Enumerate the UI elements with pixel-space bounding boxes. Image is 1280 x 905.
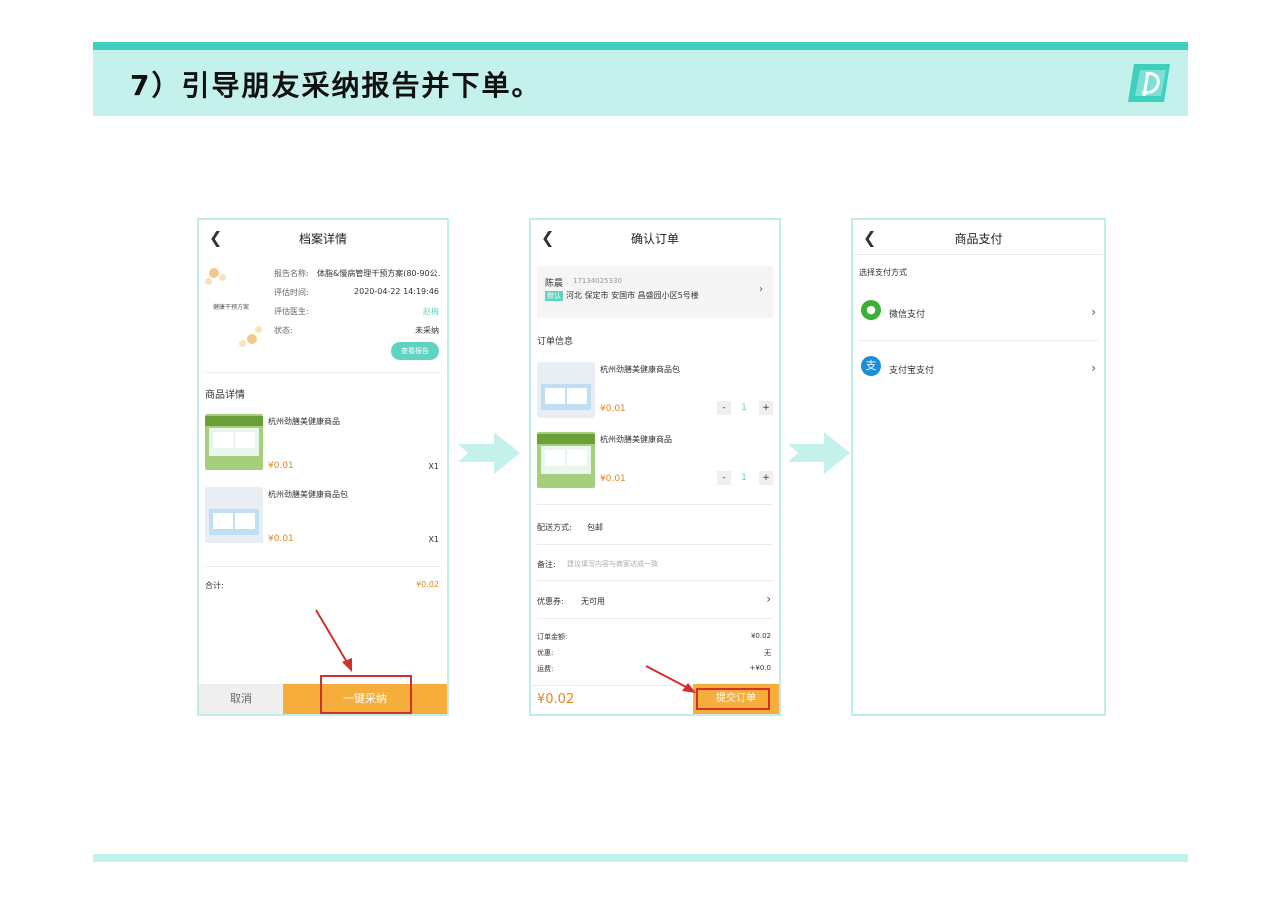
pay-option-alipay[interactable]: 支 支付宝支付 ›: [853, 356, 1104, 384]
pay-option-wechat[interactable]: ● 微信支付 ›: [853, 300, 1104, 328]
nav-bar: ❮ 商品支付: [853, 220, 1104, 254]
increase-qty-button[interactable]: +: [759, 401, 773, 415]
alipay-icon: 支: [861, 356, 881, 376]
delivery-label: 配送方式:: [537, 523, 572, 532]
product-price: ¥0.01: [600, 404, 626, 414]
view-report-button[interactable]: 查看报告: [391, 342, 439, 360]
doctor-label: 评估医生:: [274, 307, 309, 316]
section-title: 商品详情: [205, 390, 245, 401]
product-thumbnail: [537, 362, 595, 418]
nav-bar: ❮ 档案详情: [199, 220, 447, 254]
product-name: 杭州劲膳美健康商品包: [600, 365, 680, 374]
product-name: 杭州劲膳美健康商品包: [268, 490, 348, 499]
section-title: 订单信息: [537, 337, 574, 347]
order-amount-value: ¥0.02: [750, 632, 771, 640]
page-title: 7）引导朋友采纳报告并下单。: [130, 69, 542, 102]
wechat-icon: ●: [861, 300, 881, 320]
divider: [537, 580, 773, 581]
total-value: ¥0.02: [416, 580, 439, 589]
highlight-box: [320, 675, 412, 714]
total-label: 合计:: [205, 581, 224, 590]
product-thumbnail: [537, 432, 595, 488]
highlight-box: [696, 688, 770, 710]
chevron-right-icon: ›: [1091, 361, 1096, 375]
product-price: ¥0.01: [600, 474, 626, 484]
divider: [537, 504, 773, 505]
report-cover-image: 健康干预方案: [203, 264, 265, 354]
flow-arrow-icon: [458, 432, 520, 474]
chevron-right-icon: ›: [1091, 305, 1096, 319]
shipping-value: +¥0.0: [749, 664, 771, 672]
product-name: 杭州劲膳美健康商品: [600, 435, 672, 444]
decrease-qty-button[interactable]: -: [717, 471, 731, 485]
discount-value: 无: [764, 649, 771, 657]
screen-confirm-order: ❮ 确认订单 陈晨 17134025330 默认 河北 保定市 安国市 昌盛园小区…: [529, 218, 781, 716]
address-detail: 河北 保定市 安国市 昌盛园小区5号楼: [566, 291, 699, 300]
product-name: 杭州劲膳美健康商品: [268, 417, 340, 426]
increase-qty-button[interactable]: +: [759, 471, 773, 485]
flow-arrow-icon: [788, 432, 850, 474]
cover-caption: 健康干预方案: [213, 304, 250, 311]
product-thumbnail: [205, 414, 263, 470]
section-title: 选择支付方式: [859, 268, 907, 277]
coupon-label: 优惠券:: [537, 597, 564, 606]
pointer-arrow-icon: [315, 609, 352, 672]
title-accent-bar: [93, 42, 1188, 50]
chevron-right-icon[interactable]: ›: [766, 592, 771, 606]
nav-title: 确认订单: [630, 232, 679, 246]
product-qty: X1: [428, 462, 439, 471]
status-value: 未采纳: [415, 326, 439, 335]
delivery-value: 包邮: [587, 523, 603, 532]
qty-value[interactable]: 1: [736, 471, 752, 485]
report-name-value: 体脂&慢病管理干预方案(80-90公...: [317, 269, 441, 278]
decrease-qty-button[interactable]: -: [717, 401, 731, 415]
default-badge: 默认: [545, 291, 563, 301]
cancel-button[interactable]: 取消: [199, 684, 283, 714]
shipping-label: 运费:: [537, 665, 554, 673]
address-card[interactable]: 陈晨 17134025330 默认 河北 保定市 安国市 昌盛园小区5号楼 ›: [537, 266, 773, 318]
eval-time-label: 评估时间:: [274, 288, 309, 297]
pay-option-label: 支付宝支付: [889, 366, 935, 376]
footer-band: [93, 854, 1188, 862]
screen-payment: ❮ 商品支付 选择支付方式 ● 微信支付 › 支 支付宝支付 ›: [851, 218, 1106, 716]
order-total: ¥0.02: [537, 692, 575, 707]
recipient-phone: 17134025330: [573, 277, 622, 285]
divider: [853, 254, 1104, 255]
product-qty: X1: [428, 535, 439, 544]
divider: [537, 618, 773, 619]
order-amount-label: 订单金额:: [537, 633, 568, 641]
pointer-arrow-icon: [645, 665, 696, 693]
pay-option-label: 微信支付: [889, 310, 926, 320]
discount-label: 优惠:: [537, 649, 554, 657]
qty-value[interactable]: 1: [736, 401, 752, 415]
report-name-label: 报告名称:: [274, 269, 309, 278]
status-label: 状态:: [274, 326, 293, 335]
brand-logo-icon: [1128, 64, 1170, 102]
nav-bar: ❮ 确认订单: [531, 220, 779, 254]
remark-label: 备注:: [537, 560, 556, 569]
divider: [205, 372, 441, 373]
eval-time-value: 2020-04-22 14:19:46: [354, 287, 439, 296]
divider: [205, 566, 441, 567]
chevron-right-icon: ›: [759, 284, 763, 295]
divider: [537, 544, 773, 545]
doctor-value: 赵梅: [423, 307, 439, 316]
product-price: ¥0.01: [268, 534, 294, 544]
nav-title: 档案详情: [298, 232, 347, 246]
product-price: ¥0.01: [268, 461, 294, 471]
recipient-name: 陈晨: [545, 279, 564, 289]
nav-title: 商品支付: [954, 232, 1003, 246]
remark-input[interactable]: 建议填写内容与商家达成一致: [567, 559, 658, 569]
coupon-value[interactable]: 无可用: [581, 596, 605, 607]
product-thumbnail: [205, 487, 263, 543]
divider: [859, 340, 1098, 341]
